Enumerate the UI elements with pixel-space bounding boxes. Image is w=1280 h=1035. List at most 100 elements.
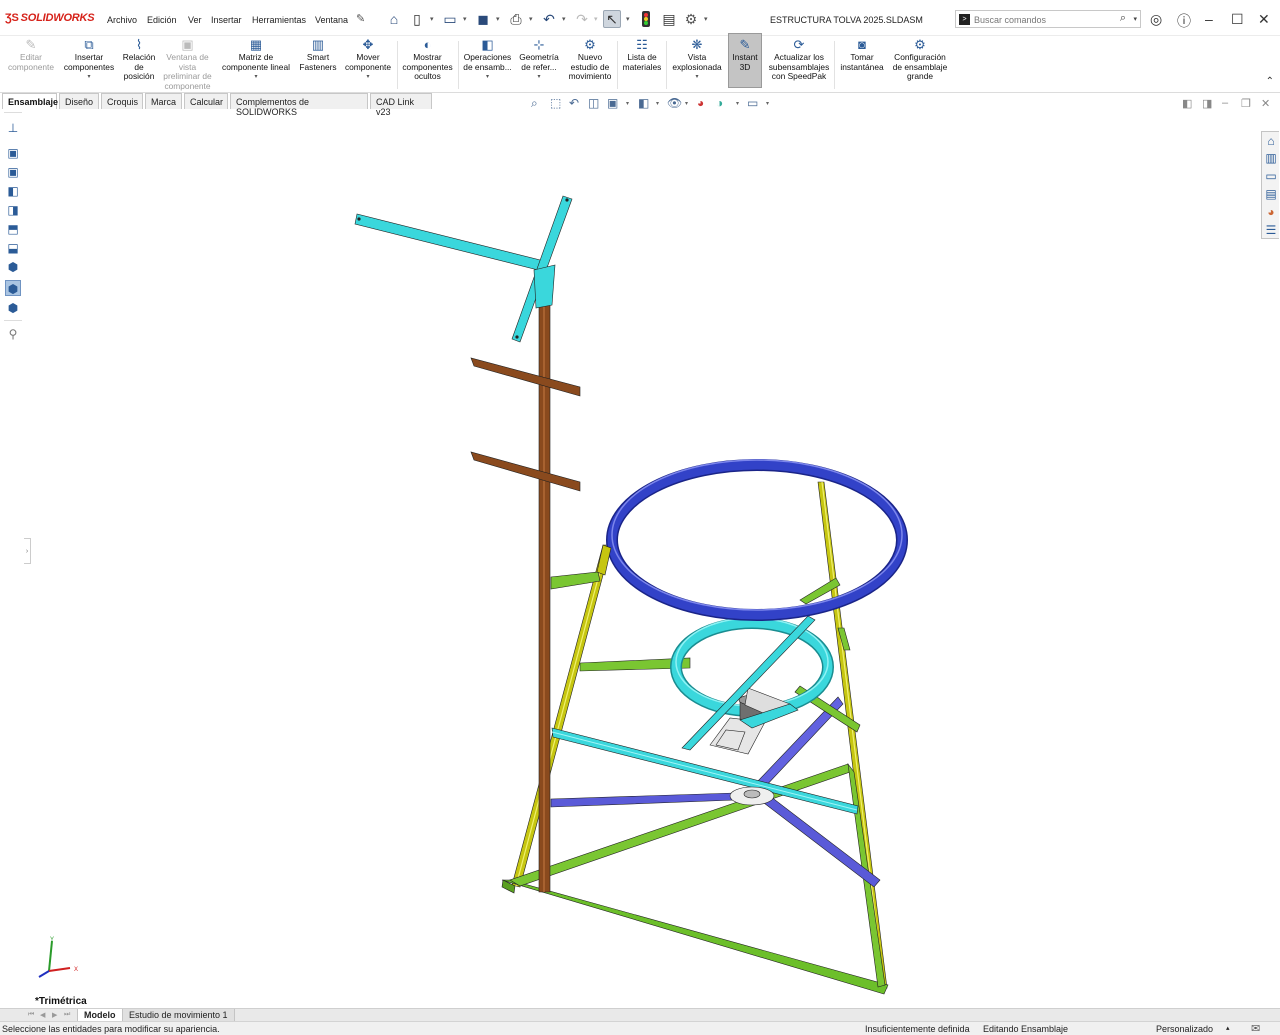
tile-right-icon[interactable]: ◨ xyxy=(1202,97,1212,110)
matriz-componente-lineal-button[interactable]: ▦ Matriz de componente lineal ▾ xyxy=(218,38,294,83)
mover-componente-button[interactable]: ✥ Mover componente ▾ xyxy=(342,38,394,83)
new-dropdown-icon[interactable]: ▾ xyxy=(430,15,434,23)
view-orientation-dropdown-icon[interactable]: ▾ xyxy=(626,100,629,107)
instant-3d-button[interactable]: ✎ Instant 3D xyxy=(728,33,762,88)
user-account-icon[interactable]: ◎ xyxy=(1150,11,1162,28)
undo-dropdown-icon[interactable]: ▾ xyxy=(562,15,566,23)
appearances-icon[interactable]: ◕ xyxy=(1263,204,1279,221)
view-back-icon[interactable]: ▣ xyxy=(5,164,21,180)
tab-calcular[interactable]: Calcular xyxy=(184,93,228,109)
search-icon[interactable]: ⌕ xyxy=(1120,12,1126,25)
custom-properties-icon[interactable]: ☰ xyxy=(1263,222,1279,239)
previous-view-icon[interactable]: ↶ xyxy=(569,96,579,110)
menu-edicion[interactable]: Edición xyxy=(147,15,177,25)
select-dropdown-icon[interactable]: ▾ xyxy=(626,15,630,23)
geometria-referencia-button[interactable]: ⊹ Geometría de refer... ▾ xyxy=(516,38,562,83)
solidworks-resources-icon[interactable]: ⌂ xyxy=(1263,133,1279,150)
yellow-leg-right[interactable] xyxy=(817,481,888,991)
view-left-icon[interactable]: ◧ xyxy=(5,183,21,199)
close-window-icon[interactable]: ✕ xyxy=(1258,11,1270,28)
view-trimetric-icon[interactable]: ⬢ xyxy=(5,280,21,296)
tile-left-icon[interactable]: ◧ xyxy=(1182,97,1192,110)
view-isometric-icon[interactable]: ⬢ xyxy=(5,259,21,275)
display-style-dropdown-icon[interactable]: ▾ xyxy=(656,100,659,107)
insertar-componentes-button[interactable]: ⧉ Insertar componentes ▾ xyxy=(60,38,118,83)
center-hub[interactable] xyxy=(729,786,775,806)
assembly-model[interactable]: .o{stroke:#222;stroke-width:.6} xyxy=(26,110,1256,1005)
edit-appearance-icon[interactable]: ◕ xyxy=(697,96,704,110)
menu-ver[interactable]: Ver xyxy=(188,15,202,25)
view-front-icon[interactable]: ▣ xyxy=(5,145,21,161)
options-dropdown-icon[interactable]: ▾ xyxy=(704,15,708,23)
prev-tab-icon[interactable]: ◀ xyxy=(40,1011,45,1019)
section-view-icon[interactable]: ◫ xyxy=(588,96,599,110)
graphics-area[interactable]: .o{stroke:#222;stroke-width:.6} xyxy=(26,110,1256,1007)
pin-icon[interactable]: ✎ xyxy=(356,12,365,25)
options-gear-icon[interactable]: ⚙ xyxy=(682,10,700,28)
save-icon[interactable]: ◼ xyxy=(474,10,492,28)
zoom-area-icon[interactable]: ⬚ xyxy=(550,96,561,110)
doc-restore-icon[interactable]: ❐ xyxy=(1241,97,1251,110)
help-icon[interactable]: ⓘ xyxy=(1177,11,1191,31)
relacion-posicion-button[interactable]: ⌇ Relación de posición xyxy=(119,38,159,82)
lista-materiales-button[interactable]: ☷ Lista de materiales xyxy=(620,38,664,72)
menu-ventana[interactable]: Ventana xyxy=(315,15,348,25)
brown-arm-lower[interactable] xyxy=(470,451,581,492)
menu-archivo[interactable]: Archivo xyxy=(107,15,137,25)
next-tab-icon[interactable]: ▶ xyxy=(52,1011,57,1019)
menu-insertar[interactable]: Insertar xyxy=(211,15,242,25)
print-dropdown-icon[interactable]: ▾ xyxy=(529,15,533,23)
status-units[interactable]: Personalizado xyxy=(1156,1024,1213,1034)
view-orientation-icon[interactable]: ◧ xyxy=(638,96,649,110)
doc-minimize-icon[interactable]: – xyxy=(1222,97,1228,109)
minimize-window-icon[interactable]: – xyxy=(1205,11,1213,27)
view-dimetric-icon[interactable]: ⬢ xyxy=(5,300,21,316)
view-palette-icon[interactable]: ▤ xyxy=(1263,186,1279,203)
view-right-icon[interactable]: ◨ xyxy=(5,202,21,218)
new-document-icon[interactable]: ▯ xyxy=(408,10,426,28)
search-commands-box[interactable]: > Buscar comandos ⌕ ▾ xyxy=(955,10,1141,28)
yellow-leg-left[interactable] xyxy=(511,544,612,888)
first-tab-icon[interactable]: ⏮ xyxy=(28,1011,34,1019)
tomar-instantanea-button[interactable]: ◙ Tomar instantánea xyxy=(837,38,887,72)
search-dropdown-icon[interactable]: ▾ xyxy=(1133,15,1137,23)
design-library-icon[interactable]: ▥ xyxy=(1263,150,1279,167)
view-bottom-icon[interactable]: ⬓ xyxy=(5,240,21,256)
file-explorer-icon[interactable]: ▭ xyxy=(1263,168,1279,185)
vista-explosionada-button[interactable]: ❋ Vista explosionada ▾ xyxy=(669,38,725,83)
tab-ensamblaje[interactable]: Ensamblaje xyxy=(2,93,58,109)
scene-dropdown-icon[interactable]: ▾ xyxy=(736,100,739,107)
zoom-to-fit-icon[interactable]: ⌕ xyxy=(531,96,538,111)
view-settings-dropdown-icon[interactable]: ▾ xyxy=(766,100,769,107)
last-tab-icon[interactable]: ⏭ xyxy=(64,1011,70,1019)
view-top-icon[interactable]: ⬒ xyxy=(5,221,21,237)
tab-croquis[interactable]: Croquis xyxy=(101,93,143,109)
hide-show-dropdown-icon[interactable]: ▾ xyxy=(685,100,688,107)
dynamic-annotation-icon[interactable]: ▣ xyxy=(607,96,618,110)
select-arrow-icon[interactable]: ↖ xyxy=(603,10,621,28)
normal-to-icon[interactable]: ⊥ xyxy=(5,120,21,136)
doc-close-icon[interactable]: ✕ xyxy=(1261,97,1270,110)
brown-post[interactable] xyxy=(538,299,551,893)
tab-marca[interactable]: Marca xyxy=(145,93,182,109)
file-properties-icon[interactable]: ▤ xyxy=(660,10,678,28)
actualizar-speedpak-button[interactable]: ⟳ Actualizar los subensamblajes con Speed… xyxy=(766,38,832,82)
menu-herramientas[interactable]: Herramientas xyxy=(252,15,306,25)
tab-complementos[interactable]: Complementos de SOLIDWORKS xyxy=(230,93,368,117)
home-icon[interactable]: ⌂ xyxy=(385,10,403,28)
undo-icon[interactable]: ↶ xyxy=(540,10,558,28)
tab-cad-link[interactable]: CAD Link v23 xyxy=(370,93,432,117)
units-dropdown-icon[interactable]: ▴ xyxy=(1226,1024,1230,1032)
tab-diseno[interactable]: Diseño xyxy=(59,93,99,109)
brown-arm-upper[interactable] xyxy=(470,357,581,397)
operaciones-ensamblaje-button[interactable]: ◧ Operaciones de ensamb... ▾ xyxy=(461,38,514,83)
print-icon[interactable]: ⎙ xyxy=(507,10,525,28)
traffic-light-icon[interactable] xyxy=(637,10,655,28)
status-comments-icon[interactable]: ✉ xyxy=(1251,1022,1260,1035)
configuracion-ensamblaje-grande-button[interactable]: ⚙ Configuración de ensamblaje grande xyxy=(889,38,951,82)
open-dropdown-icon[interactable]: ▾ xyxy=(463,15,467,23)
maximize-window-icon[interactable]: ☐ xyxy=(1231,11,1244,28)
open-folder-icon[interactable]: ▭ xyxy=(441,10,459,28)
collapse-ribbon-icon[interactable]: ⌃ xyxy=(1266,76,1274,87)
apply-scene-icon[interactable]: ◑ xyxy=(716,96,723,110)
